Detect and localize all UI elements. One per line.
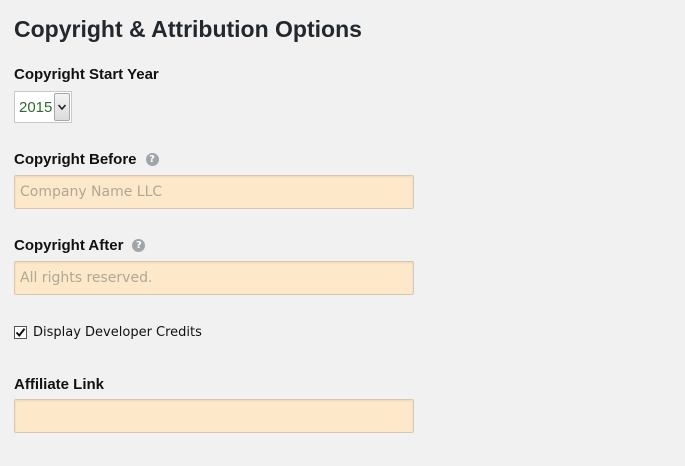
developer-credits-label: Display Developer Credits xyxy=(33,325,202,340)
affiliate-link-input[interactable] xyxy=(14,399,414,433)
developer-credits-checkbox[interactable] xyxy=(14,326,27,339)
page-title: Copyright & Attribution Options xyxy=(14,16,362,42)
question-circle-icon[interactable]: ? xyxy=(145,153,159,166)
copyright-after-label-text: Copyright After xyxy=(14,237,124,254)
copyright-after-label: Copyright After ? xyxy=(14,237,146,254)
start-year-label: Copyright Start Year xyxy=(14,66,159,83)
affiliate-link-label: Affiliate Link xyxy=(14,376,104,393)
checkmark-icon xyxy=(15,328,26,338)
copyright-after-input[interactable] xyxy=(14,261,414,295)
start-year-value: 2015 xyxy=(19,98,53,116)
chevron-down-icon[interactable] xyxy=(54,93,70,121)
copyright-before-label: Copyright Before ? xyxy=(14,151,159,168)
affiliate-link-label-text: Affiliate Link xyxy=(14,376,105,393)
copyright-before-label-text: Copyright Before xyxy=(14,151,137,168)
question-circle-icon[interactable]: ? xyxy=(132,239,146,252)
start-year-select[interactable]: 2015 xyxy=(14,91,72,123)
start-year-label-text: Copyright Start Year xyxy=(14,66,159,83)
developer-credits-row[interactable]: Display Developer Credits xyxy=(14,325,202,340)
copyright-before-input[interactable] xyxy=(14,175,414,209)
